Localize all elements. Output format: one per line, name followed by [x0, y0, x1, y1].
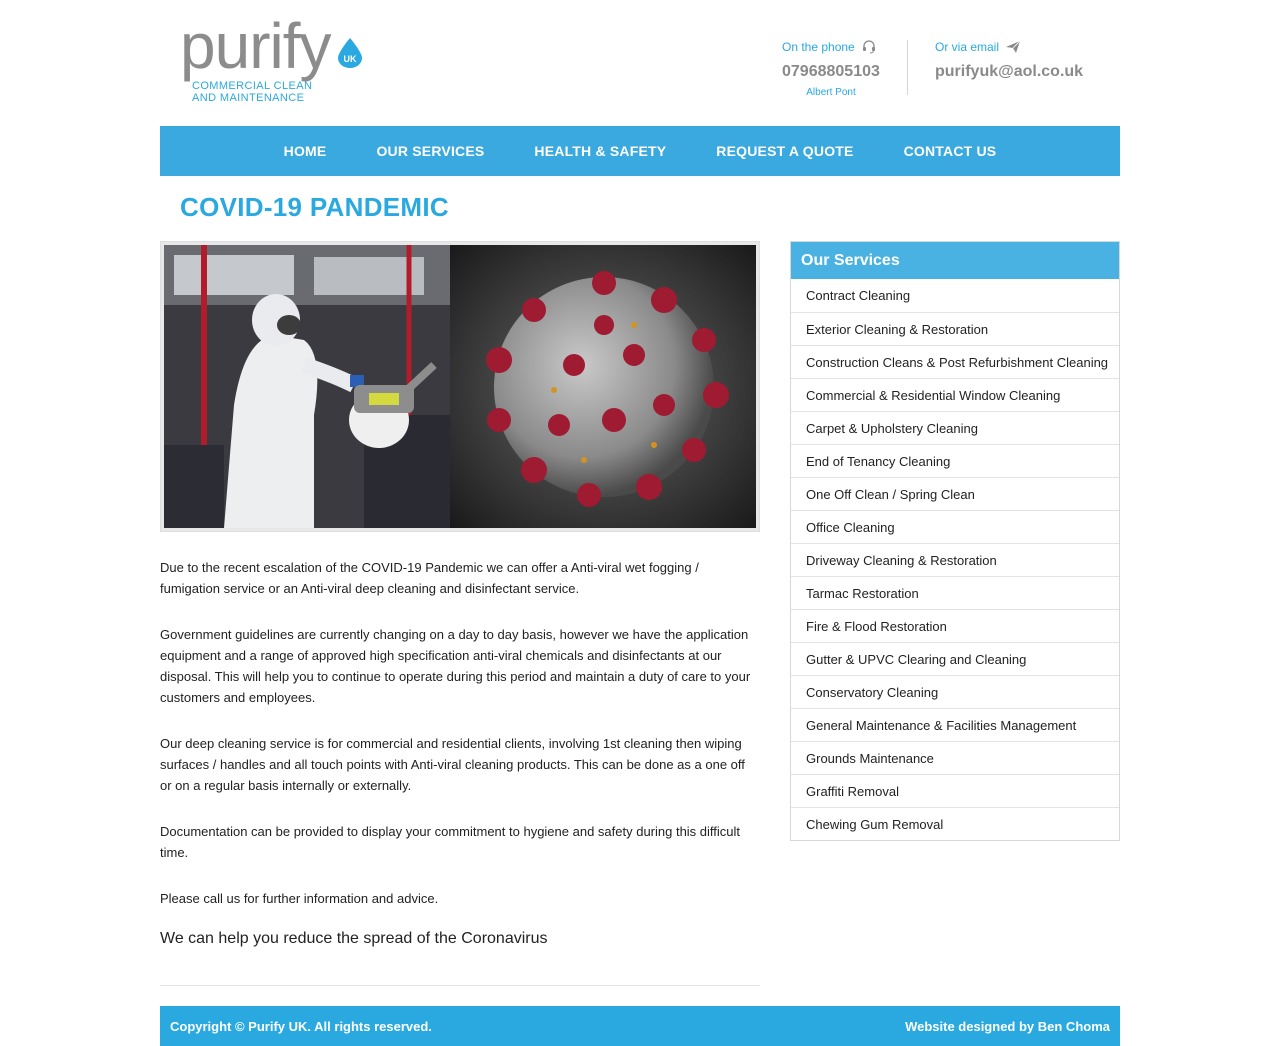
sidebar-item-grounds-maintenance[interactable]: Grounds Maintenance [791, 741, 1119, 774]
hero-image-frame [160, 241, 760, 532]
email-address[interactable]: purifyuk@aol.co.uk [935, 63, 1120, 81]
nav-request-quote[interactable]: REQUEST A QUOTE [691, 143, 878, 159]
nav-our-services[interactable]: OUR SERVICES [351, 143, 509, 159]
header-divider [907, 40, 908, 95]
sidebar-item-one-off-clean[interactable]: One Off Clean / Spring Clean [791, 477, 1119, 510]
logo-drop-icon: UK [338, 38, 362, 68]
site-logo[interactable]: purify UK COMMERCIAL CLEAN AND MAINTENAN… [180, 14, 362, 106]
logo-wordmark: purify [180, 10, 331, 82]
nav-health-safety[interactable]: HEALTH & SAFETY [509, 143, 691, 159]
sidebar-item-exterior-cleaning[interactable]: Exterior Cleaning & Restoration [791, 312, 1119, 345]
content-paragraph: Our deep cleaning service is for commerc… [160, 736, 745, 793]
email-label-row: Or via email [935, 39, 1120, 55]
sidebar-item-fire-flood[interactable]: Fire & Flood Restoration [791, 609, 1119, 642]
phone-label-row: On the phone [782, 39, 908, 55]
content-lead: We can help you reduce the spread of the… [160, 930, 548, 947]
content-paragraph: Documentation can be provided to display… [160, 824, 741, 860]
site-footer: Copyright © Purify UK. All rights reserv… [160, 1006, 1120, 1046]
hero-image [164, 245, 756, 528]
sidebar-item-window-cleaning[interactable]: Commercial & Residential Window Cleaning [791, 378, 1119, 411]
sidebar-item-construction-cleans[interactable]: Construction Cleans & Post Refurbishment… [791, 345, 1119, 378]
sidebar-item-office-cleaning[interactable]: Office Cleaning [791, 510, 1119, 543]
sidebar-item-general-maintenance[interactable]: General Maintenance & Facilities Managem… [791, 708, 1119, 741]
sidebar-item-carpet-cleaning[interactable]: Carpet & Upholstery Cleaning [791, 411, 1119, 444]
sidebar-item-graffiti-removal[interactable]: Graffiti Removal [791, 774, 1119, 807]
sidebar-item-contract-cleaning[interactable]: Contract Cleaning [791, 279, 1119, 312]
sidebar-item-tarmac-restoration[interactable]: Tarmac Restoration [791, 576, 1119, 609]
headset-icon [862, 40, 875, 54]
services-list: Contract Cleaning Exterior Cleaning & Re… [791, 279, 1119, 840]
sidebar-item-end-of-tenancy[interactable]: End of Tenancy Cleaning [791, 444, 1119, 477]
main-nav: HOME OUR SERVICES HEALTH & SAFETY REQUES… [160, 126, 1120, 176]
nav-home[interactable]: HOME [259, 143, 352, 159]
hero-illustration [164, 245, 756, 528]
nav-contact-us[interactable]: CONTACT US [879, 143, 1022, 159]
page-wrapper: purify UK COMMERCIAL CLEAN AND MAINTENAN… [160, 0, 1120, 1046]
email-contact: Or via email purifyuk@aol.co.uk [935, 39, 1120, 81]
main-content: Due to the recent escalation of the COVI… [160, 557, 760, 974]
sidebar-heading: Our Services [791, 242, 1119, 279]
sidebar-item-conservatory[interactable]: Conservatory Cleaning [791, 675, 1119, 708]
email-label: Or via email [935, 40, 1000, 54]
designer-credit-link[interactable]: Website designed by Ben Choma [905, 1019, 1110, 1034]
logo-tagline-line-1: COMMERCIAL CLEAN [192, 80, 313, 92]
logo-tagline-line-2: AND MAINTENANCE [192, 92, 305, 104]
sidebar-item-gutter-upvc[interactable]: Gutter & UPVC Clearing and Cleaning [791, 642, 1119, 675]
page-title: COVID-19 PANDEMIC [180, 192, 449, 222]
content-paragraph: Due to the recent escalation of the COVI… [160, 560, 699, 596]
sidebar-item-driveway-cleaning[interactable]: Driveway Cleaning & Restoration [791, 543, 1119, 576]
logo-badge: UK [344, 54, 357, 64]
services-sidebar: Our Services Contract Cleaning Exterior … [790, 241, 1120, 841]
sidebar-item-chewing-gum[interactable]: Chewing Gum Removal [791, 807, 1119, 840]
phone-number[interactable]: 07968805103 [782, 63, 908, 81]
copyright-text: Copyright © Purify UK. All rights reserv… [170, 1018, 432, 1034]
phone-contact: On the phone 07968805103 Albert Pont [782, 39, 908, 98]
paper-plane-icon [1006, 40, 1021, 53]
phone-contact-name: Albert Pont [806, 87, 856, 98]
logo-tagline: COMMERCIAL CLEAN AND MAINTENANCE [192, 80, 312, 104]
content-divider [160, 985, 760, 986]
content-paragraph: Please call us for further information a… [160, 891, 439, 906]
phone-label: On the phone [782, 40, 855, 54]
content-paragraph: Government guidelines are currently chan… [160, 627, 751, 705]
